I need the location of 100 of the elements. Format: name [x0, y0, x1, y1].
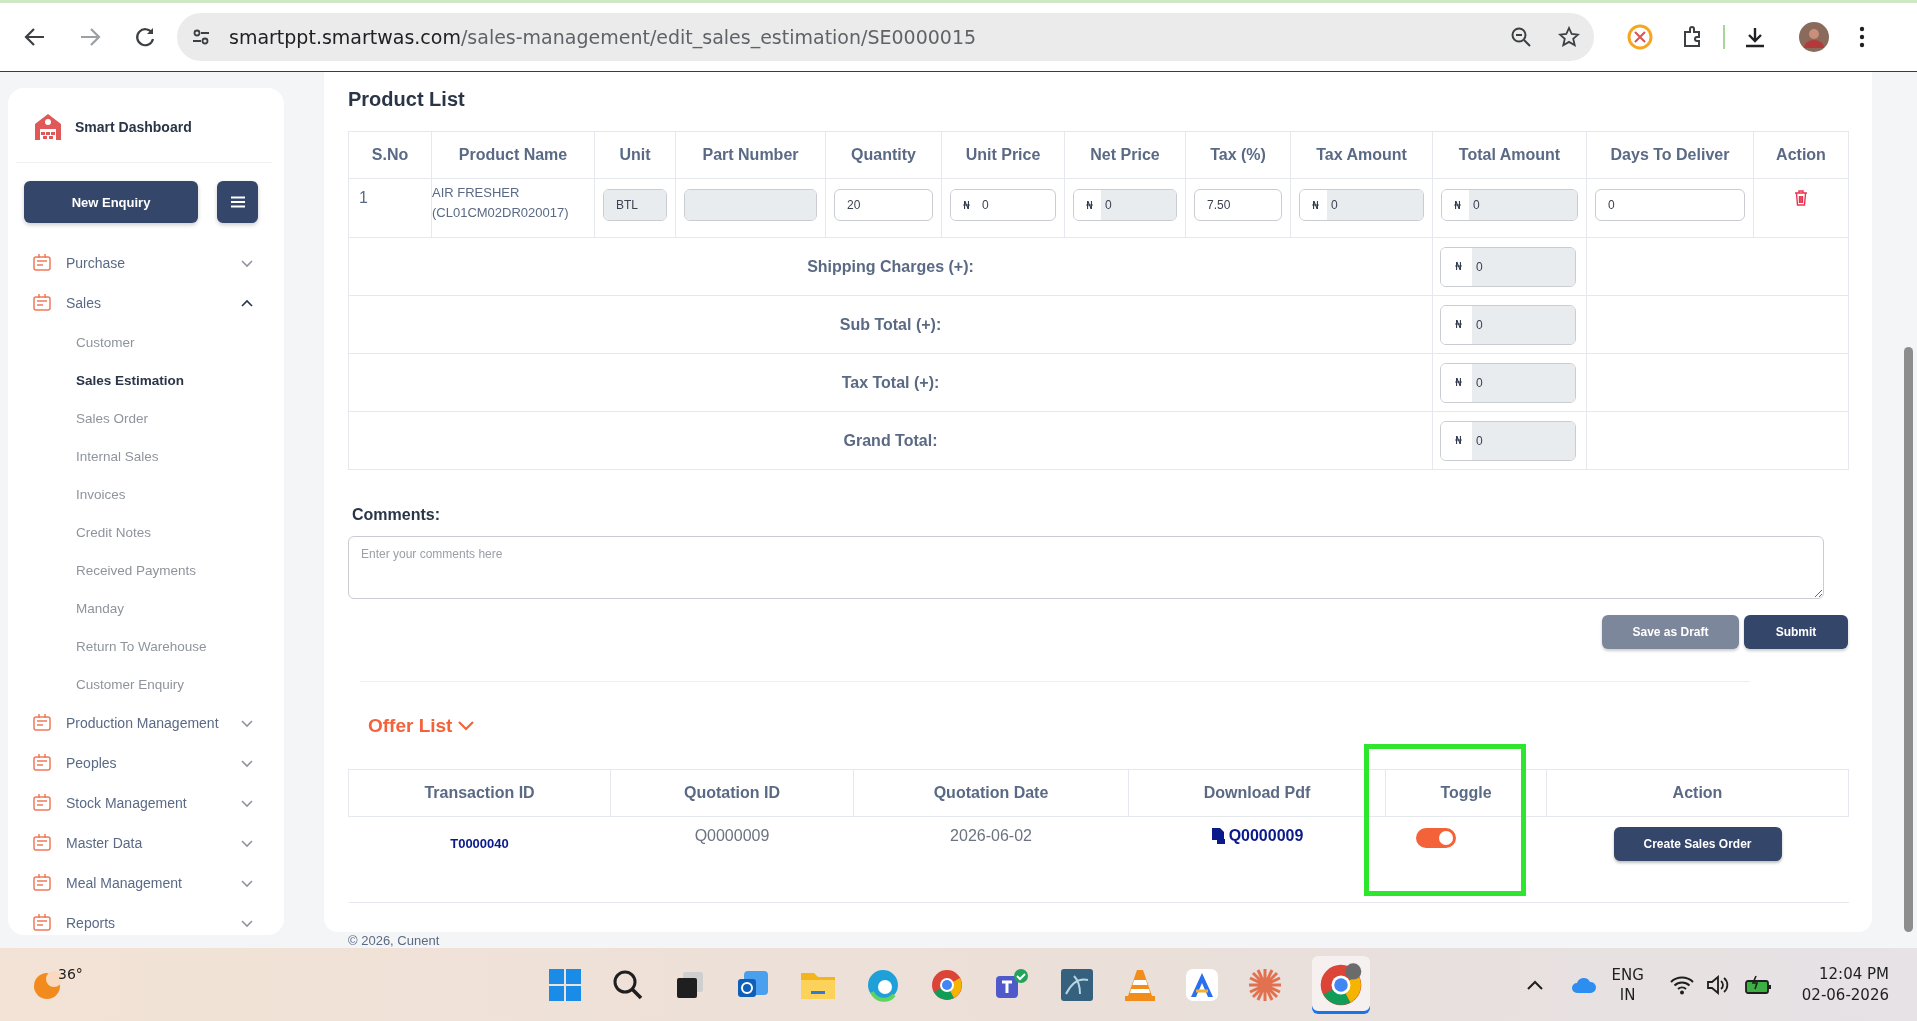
- nav-item[interactable]: Stock Management: [66, 795, 240, 811]
- trash-icon[interactable]: [1794, 190, 1808, 206]
- nav-subitem[interactable]: Sales Estimation: [76, 372, 185, 388]
- browser-icon[interactable]: [929, 967, 964, 1002]
- back-icon[interactable]: [24, 26, 46, 48]
- comments-label: Comments:: [352, 506, 441, 525]
- column-header: Action: [1546, 769, 1849, 817]
- column-header: Part Number: [675, 131, 826, 179]
- nav-item[interactable]: Production Management: [66, 715, 240, 731]
- input-field[interactable]: 20: [834, 189, 933, 221]
- forward-icon[interactable]: [79, 26, 101, 48]
- triangle-app-icon[interactable]: [1185, 968, 1218, 1001]
- address-bar[interactable]: smartppt.smartwas.com/sales-management/edit_sales_estimation/SE0000015: [177, 13, 1594, 61]
- column-header: Unit Price: [941, 131, 1065, 179]
- column-header: Total Amount: [1432, 131, 1587, 179]
- extension-icon[interactable]: [1627, 24, 1653, 50]
- language-indicator[interactable]: ENG IN: [1611, 964, 1644, 1005]
- nav-item[interactable]: Reports: [66, 915, 240, 931]
- download-icon[interactable]: [1743, 25, 1767, 49]
- toggle-switch[interactable]: [1416, 828, 1456, 848]
- speaker-icon[interactable]: [1705, 974, 1730, 995]
- total-label: Sub Total (+):: [838, 315, 943, 334]
- nav-item[interactable]: Peoples: [66, 755, 240, 771]
- category-icon: [32, 253, 52, 273]
- total-label: Grand Total:: [842, 431, 939, 450]
- input-field[interactable]: 7.50: [1194, 189, 1282, 221]
- category-icon: [32, 793, 52, 813]
- browser-icon[interactable]: [1311, 955, 1370, 1014]
- avatar-icon[interactable]: [1799, 22, 1829, 52]
- warehouse-logo-icon: [33, 112, 63, 142]
- create-sales-order-button[interactable]: Create Sales Order: [1613, 827, 1782, 861]
- battery-icon[interactable]: [1743, 974, 1772, 995]
- new-enquiry-button[interactable]: New Enquiry: [24, 181, 198, 223]
- browser-icon[interactable]: [865, 967, 900, 1002]
- database-app-icon[interactable]: [1059, 967, 1094, 1002]
- windows-logo-icon[interactable]: [547, 967, 582, 1002]
- column-header: Net Price: [1064, 131, 1186, 179]
- currency-field[interactable]: ₦ 0: [1440, 246, 1576, 287]
- starburst-icon[interactable]: [1247, 967, 1282, 1002]
- section-title: Product List: [348, 88, 466, 112]
- save-draft-button[interactable]: Save as Draft: [1602, 615, 1739, 649]
- category-icon: [32, 713, 52, 733]
- chevron-up-icon[interactable]: [1527, 979, 1544, 990]
- row-number: 1: [359, 189, 368, 206]
- column-header: Tax Amount: [1290, 131, 1433, 179]
- chevron-down-icon[interactable]: [240, 837, 254, 849]
- nav-item[interactable]: Master Data: [66, 835, 240, 851]
- chevron-down-icon[interactable]: [240, 877, 254, 889]
- search-icon[interactable]: [611, 968, 644, 1001]
- column-header: Download Pdf: [1128, 769, 1386, 817]
- quotation-date: 2026-06-02: [950, 827, 1032, 844]
- nav-item[interactable]: Purchase: [66, 255, 240, 271]
- scrollbar-thumb[interactable]: [1904, 347, 1913, 932]
- column-header: Toggle: [1385, 769, 1547, 817]
- column-header: Tax (%): [1185, 131, 1291, 179]
- reload-icon[interactable]: [134, 26, 156, 48]
- currency-field[interactable]: ₦ 0: [1440, 362, 1576, 403]
- currency-field[interactable]: ₦ 0: [950, 189, 1056, 221]
- brand-name: Smart Dashboard: [75, 119, 192, 135]
- more-menu-icon[interactable]: [1859, 26, 1865, 48]
- cloud-icon[interactable]: [1571, 975, 1598, 994]
- menu-icon[interactable]: [230, 196, 245, 208]
- total-label: Shipping Charges (+):: [806, 257, 975, 276]
- column-header: Days To Deliver: [1586, 131, 1754, 179]
- column-header: S.No: [348, 131, 432, 179]
- bookmark-star-icon[interactable]: [1558, 26, 1580, 48]
- currency-field[interactable]: ₦ 0: [1440, 304, 1576, 345]
- column-header: Product Name: [431, 131, 595, 179]
- column-header: Unit: [594, 131, 676, 179]
- footer-text: © 2026, Cunent: [347, 932, 441, 948]
- wifi-icon[interactable]: [1669, 974, 1694, 995]
- category-icon: [32, 293, 52, 313]
- zoom-out-icon[interactable]: [1510, 26, 1532, 48]
- chevron-down-icon[interactable]: [240, 917, 254, 929]
- chevron-down-icon[interactable]: [240, 717, 254, 729]
- transaction-link[interactable]: T0000040: [450, 836, 509, 851]
- currency-field[interactable]: ₦ 0: [1440, 420, 1576, 461]
- menu-button[interactable]: [217, 181, 258, 223]
- category-icon: [32, 833, 52, 853]
- pdf-download-link[interactable]: Q0000009: [1210, 827, 1304, 845]
- chevron-down-icon[interactable]: [240, 257, 254, 269]
- total-label: Tax Total (+):: [840, 373, 941, 392]
- submit-button[interactable]: Submit: [1744, 615, 1848, 649]
- column-header: Quantity: [825, 131, 942, 179]
- site-settings-icon[interactable]: [191, 27, 211, 47]
- column-header: Quotation Date: [853, 769, 1129, 817]
- clock[interactable]: 12:04 PM 02-06-2026: [1801, 963, 1889, 1006]
- nav-item[interactable]: Meal Management: [66, 875, 240, 891]
- comments-field[interactable]: Enter your comments here: [348, 536, 1824, 599]
- nav-item[interactable]: Sales: [66, 295, 240, 311]
- chevron-up-icon[interactable]: [240, 297, 254, 309]
- column-header: Quotation ID: [610, 769, 854, 817]
- chevron-down-icon[interactable]: [240, 757, 254, 769]
- category-icon: [32, 753, 52, 773]
- input-field[interactable]: 0: [1595, 189, 1745, 221]
- chevron-down-icon[interactable]: [240, 797, 254, 809]
- traffic-cone-icon[interactable]: [1123, 967, 1156, 1002]
- temperature[interactable]: 36°: [58, 965, 83, 982]
- file-icon: [1210, 828, 1225, 844]
- chevron-down-icon[interactable]: [458, 721, 475, 731]
